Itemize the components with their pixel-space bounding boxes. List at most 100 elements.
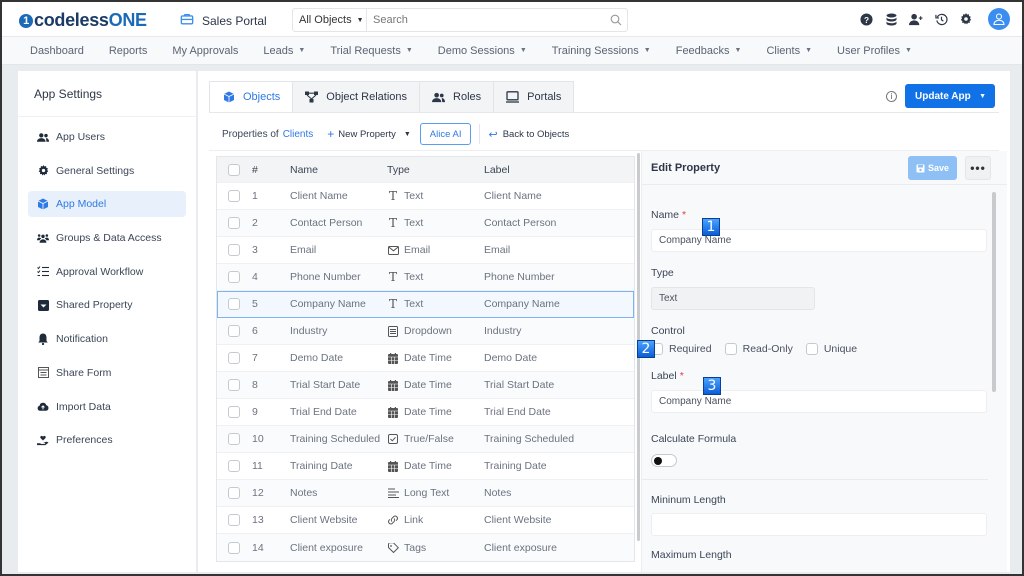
table-row[interactable]: 5 Company Name T Text Company Name <box>217 291 634 318</box>
checkbox-icon <box>387 434 399 444</box>
table-row[interactable]: 9 Trial End Date Date Time Trial End Date <box>217 399 634 426</box>
property-type-label: Text <box>404 271 424 283</box>
checkbox-box[interactable] <box>805 343 818 355</box>
nav-item-training-sessions[interactable]: Training Sessions ▼ <box>552 45 651 57</box>
new-property-button[interactable]: + New Property ▼ <box>327 127 411 141</box>
row-checkbox[interactable] <box>228 541 240 554</box>
sidebar-item-preferences[interactable]: Preferences <box>28 427 186 453</box>
history-icon[interactable] <box>934 12 948 26</box>
info-icon[interactable]: i <box>886 91 897 102</box>
tab-objects[interactable]: Objects <box>209 81 294 113</box>
table-row[interactable]: 4 Phone Number T Text Phone Number <box>217 264 634 291</box>
property-label: Contact Person <box>484 217 557 229</box>
row-checkbox[interactable] <box>228 244 240 256</box>
select-all-checkbox[interactable] <box>228 163 240 176</box>
table-row[interactable]: 13 Client Website Link Client Website <box>217 507 634 534</box>
property-name: Company Name <box>290 298 366 310</box>
alice-ai-button[interactable]: Alice AI <box>419 123 472 145</box>
nav-item-dashboard[interactable]: Dashboard <box>30 45 84 57</box>
control-unique-checkbox[interactable]: Unique <box>805 343 857 355</box>
row-checkbox[interactable] <box>228 460 240 472</box>
row-checkbox[interactable] <box>228 352 240 364</box>
cloud-upload-icon <box>37 401 49 413</box>
min-length-input[interactable] <box>651 513 987 536</box>
column-header-type[interactable]: Type <box>387 164 484 176</box>
nav-item-clients[interactable]: Clients ▼ <box>766 45 812 57</box>
table-row[interactable]: 2 Contact Person T Text Contact Person <box>217 210 634 237</box>
row-checkbox[interactable] <box>228 190 240 202</box>
label-input[interactable]: Company Name <box>651 390 987 413</box>
tab-portals[interactable]: Portals <box>494 81 575 113</box>
row-checkbox[interactable] <box>228 514 240 526</box>
table-row[interactable]: 8 Trial Start Date Date Time Trial Start Da… <box>217 372 634 399</box>
calculate-formula-label: Calculate Formula <box>651 433 737 445</box>
tab-roles[interactable]: Roles <box>420 81 495 113</box>
property-type-label: Tags <box>404 541 427 554</box>
sidebar-item-notification[interactable]: Notification <box>28 326 186 352</box>
more-options-button[interactable]: ••• <box>965 156 991 180</box>
help-icon[interactable]: ? <box>859 12 873 26</box>
column-header-name[interactable]: Name <box>290 164 387 176</box>
nav-item-leads[interactable]: Leads ▼ <box>263 45 305 57</box>
control-read-only-checkbox[interactable]: Read-Only <box>724 343 793 355</box>
sidebar-item-general-settings[interactable]: General Settings <box>28 158 186 184</box>
portal-switcher[interactable]: Sales Portal <box>180 12 267 29</box>
table-row[interactable]: 10 Training Scheduled True/False Training S… <box>217 426 634 453</box>
nav-item-my-approvals[interactable]: My Approvals <box>172 45 238 57</box>
table-row[interactable]: 12 Notes Long Text Notes <box>217 480 634 507</box>
table-row[interactable]: 7 Demo Date Date Time Demo Date <box>217 345 634 372</box>
table-row[interactable]: 6 Industry Dropdown Industry <box>217 318 634 345</box>
column-header-label[interactable]: Label <box>484 164 634 176</box>
database-icon[interactable] <box>884 12 898 26</box>
checkbox-box[interactable] <box>724 343 737 355</box>
back-to-objects-button[interactable]: ↩ Back to Objects <box>488 128 569 141</box>
row-checkbox[interactable] <box>228 433 240 445</box>
row-checkbox[interactable] <box>228 271 240 283</box>
table-row[interactable]: 11 Training Date Date Time Training Date <box>217 453 634 480</box>
object-name-link[interactable]: Clients <box>283 129 314 140</box>
add-user-icon[interactable] <box>909 12 923 26</box>
nav-item-label: Trial Requests <box>330 44 401 57</box>
caret-down-icon[interactable]: ▼ <box>979 93 986 100</box>
row-checkbox[interactable] <box>228 487 240 499</box>
app-logo[interactable]: 1 codeless ONE <box>19 10 147 31</box>
sidebar-item-groups-data-access[interactable]: Groups & Data Access <box>28 225 186 251</box>
nav-item-user-profiles[interactable]: User Profiles ▼ <box>837 45 912 57</box>
row-checkbox[interactable] <box>228 406 240 418</box>
property-label: Demo Date <box>484 352 538 364</box>
tab-object-relations[interactable]: Object Relations <box>293 81 421 113</box>
nav-item-reports[interactable]: Reports <box>109 45 148 57</box>
search-icon[interactable] <box>605 14 627 26</box>
nav-item-feedbacks[interactable]: Feedbacks ▼ <box>676 45 742 57</box>
calendar-icon <box>387 406 399 418</box>
sidebar-item-share-form[interactable]: Share Form <box>28 360 186 386</box>
user-avatar-icon[interactable] <box>988 8 1010 30</box>
sidebar-item-shared-property[interactable]: Shared Property <box>28 292 186 318</box>
row-checkbox[interactable] <box>228 298 240 310</box>
sidebar-item-app-model[interactable]: App Model <box>28 191 186 218</box>
sidebar-item-import-data[interactable]: Import Data <box>28 394 186 420</box>
settings-icon[interactable] <box>959 12 973 26</box>
edit-panel-scrollbar[interactable] <box>992 192 996 392</box>
calculate-formula-toggle[interactable] <box>651 454 677 467</box>
sidebar-item-app-users[interactable]: App Users <box>28 124 186 150</box>
nav-item-demo-sessions[interactable]: Demo Sessions ▼ <box>438 45 527 57</box>
table-row[interactable]: 3 Email Email Email <box>217 237 634 264</box>
search-scope-select[interactable]: All Objects ▼ <box>293 9 367 31</box>
sidebar-item-approval-workflow[interactable]: Approval Workflow <box>28 259 186 285</box>
control-required-checkbox[interactable]: Required <box>651 343 712 355</box>
logo-text: codeless <box>34 10 109 30</box>
row-checkbox[interactable] <box>228 217 240 229</box>
column-header-number[interactable]: # <box>252 164 290 176</box>
property-name: Email <box>290 244 317 256</box>
table-row[interactable]: 14 Client exposure Tags Client exposure <box>217 534 634 561</box>
nav-item-trial-requests[interactable]: Trial Requests ▼ <box>330 45 412 57</box>
update-app-button[interactable]: Update App ▼ <box>905 84 995 108</box>
table-row[interactable]: 1 Client Name T Text Client Name <box>217 183 634 210</box>
save-button[interactable]: Save <box>908 156 957 180</box>
monitor-icon <box>506 91 520 104</box>
search-input[interactable] <box>367 9 605 31</box>
property-type: Date Time <box>387 379 484 391</box>
row-checkbox[interactable] <box>228 325 240 337</box>
row-checkbox[interactable] <box>228 379 240 391</box>
